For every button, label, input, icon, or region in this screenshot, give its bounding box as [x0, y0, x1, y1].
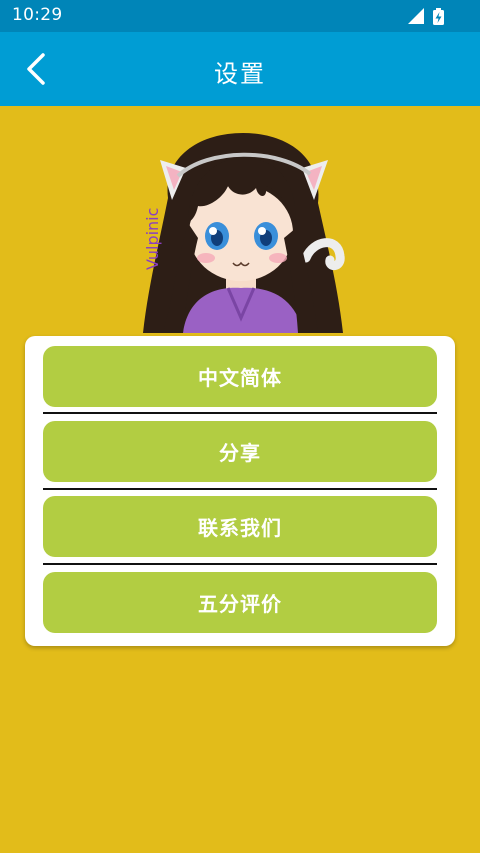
battery-charging-icon [433, 8, 444, 25]
status-time: 10:29 [12, 5, 63, 25]
page-title: 设置 [214, 60, 266, 88]
status-icons [408, 8, 444, 25]
menu-divider [43, 488, 437, 490]
share-button[interactable]: 分享 [43, 421, 437, 482]
menu-card: 中文简体 分享 联系我们 五分评价 [25, 336, 455, 646]
status-bar: 10:29 [0, 0, 480, 32]
signal-icon [408, 8, 424, 24]
menu-divider [43, 412, 437, 414]
language-button[interactable]: 中文简体 [43, 346, 437, 407]
rate-five-stars-button[interactable]: 五分评价 [43, 572, 437, 633]
contact-us-button[interactable]: 联系我们 [43, 496, 437, 557]
avatar-illustration: Vulpinic [143, 133, 345, 333]
app-bar: 设置 [0, 32, 480, 106]
menu-divider [43, 563, 437, 565]
avatar-signature: Vulpinic [143, 208, 162, 270]
